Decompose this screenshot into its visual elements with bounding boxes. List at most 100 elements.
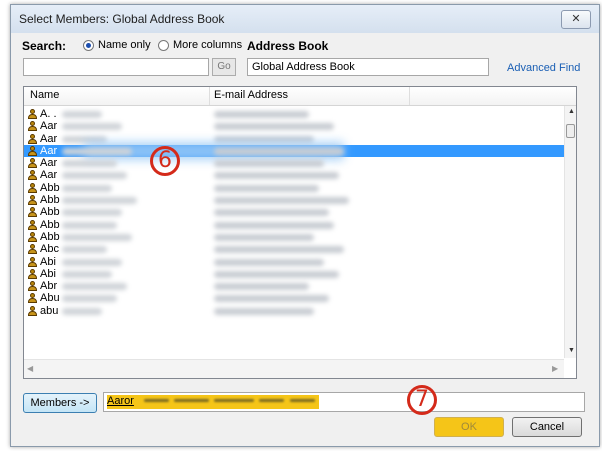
contact-name: Aar: [40, 144, 58, 157]
blurred-email: [214, 160, 324, 168]
list-item[interactable]: Abc: [24, 243, 564, 255]
title-bar: Select Members: Global Address Book ✕: [11, 5, 599, 33]
list-item[interactable]: Abb: [24, 206, 564, 218]
blurred-text: [290, 399, 315, 402]
members-highlight: [107, 395, 319, 409]
blurred-email: [214, 258, 324, 266]
blurred-name: [62, 283, 127, 291]
name-only-radio[interactable]: [83, 40, 94, 51]
blurred-name: [62, 160, 117, 168]
blurred-email: [214, 184, 319, 192]
name-only-label[interactable]: Name only: [98, 39, 151, 51]
close-icon[interactable]: ✕: [571, 13, 580, 25]
contact-name: A. .: [40, 108, 57, 120]
person-icon: [28, 293, 37, 304]
list-item[interactable]: Abb: [24, 182, 564, 194]
go-button[interactable]: Go: [212, 58, 236, 76]
person-icon: [28, 145, 37, 156]
list-item[interactable]: A. .: [24, 108, 564, 120]
scroll-thumb[interactable]: [566, 124, 575, 138]
blurred-name: [62, 221, 117, 229]
person-icon: [28, 231, 37, 242]
person-icon: [28, 219, 37, 230]
contact-name: Abi: [40, 267, 56, 280]
list-rows: A. . Aar Aar Aar Aar Aar Abb Abb Abb Abb Abb Abc Abi…: [24, 108, 564, 317]
more-columns-label[interactable]: More columns: [173, 39, 242, 51]
vertical-scrollbar[interactable]: ▲ ▼: [564, 106, 576, 358]
person-icon: [28, 182, 37, 193]
blurred-text: [174, 399, 209, 402]
blurred-email: [214, 123, 334, 131]
person-icon: [28, 256, 37, 267]
members-button[interactable]: Members ->: [23, 393, 97, 413]
list-item[interactable]: Aar: [24, 169, 564, 181]
contact-name: Aar: [40, 132, 58, 145]
contact-name: Abi: [40, 255, 56, 268]
blurred-name: [62, 147, 132, 155]
contact-name: Aar: [40, 157, 58, 170]
contact-name: Abu: [40, 292, 60, 305]
blurred-name: [62, 172, 127, 180]
person-icon: [28, 170, 37, 181]
blurred-text: [144, 399, 169, 402]
ok-button[interactable]: OK: [434, 417, 504, 437]
blurred-email: [214, 221, 334, 229]
column-header-email[interactable]: E-mail Address: [214, 89, 288, 101]
contact-name: Aar: [40, 169, 58, 182]
list-item[interactable]: Abr: [24, 280, 564, 292]
close-button[interactable]: ✕: [561, 10, 591, 29]
blurred-email: [214, 295, 329, 303]
list-item[interactable]: Aar: [24, 120, 564, 132]
contact-name: Aar: [40, 120, 58, 133]
blurred-name: [62, 209, 122, 217]
person-icon: [28, 281, 37, 292]
list-item[interactable]: Abb: [24, 194, 564, 206]
search-input[interactable]: [23, 58, 209, 76]
cancel-button[interactable]: Cancel: [512, 417, 582, 437]
list-item[interactable]: Abi: [24, 268, 564, 280]
address-book-select[interactable]: Global Address Book: [247, 58, 489, 76]
contact-name: Abc: [40, 243, 59, 256]
contact-name: abu: [40, 304, 59, 317]
contact-name: Abb: [40, 230, 60, 243]
list-item[interactable]: abu: [24, 305, 564, 317]
list-item[interactable]: Abi: [24, 256, 564, 268]
scroll-up-icon[interactable]: ▲: [568, 108, 575, 115]
blurred-email: [214, 209, 329, 217]
person-icon: [28, 268, 37, 279]
list-item[interactable]: Aar: [24, 141, 564, 160]
contact-name: Abb: [40, 194, 60, 207]
blurred-name: [62, 111, 102, 118]
more-columns-radio[interactable]: [158, 40, 169, 51]
person-icon: [28, 244, 37, 255]
blurred-email: [214, 111, 309, 118]
list-item[interactable]: Abu: [24, 292, 564, 304]
blurred-name: [62, 233, 132, 241]
blurred-name: [62, 307, 102, 315]
scroll-down-icon[interactable]: ▼: [568, 347, 575, 354]
person-icon: [28, 158, 37, 169]
blurred-email: [214, 233, 314, 241]
column-header-name[interactable]: Name: [30, 89, 59, 101]
list-item[interactable]: Aar: [24, 157, 564, 169]
blurred-name: [62, 258, 122, 266]
blurred-email: [214, 172, 339, 180]
members-field[interactable]: Aaror: [103, 392, 585, 412]
person-icon: [28, 305, 37, 316]
person-icon: [28, 207, 37, 218]
list-item[interactable]: Abb: [24, 231, 564, 243]
blurred-email: [214, 147, 344, 155]
blurred-name: [62, 123, 122, 131]
blurred-name: [62, 197, 137, 205]
scroll-left-icon[interactable]: ◀: [27, 364, 33, 373]
blurred-text: [214, 399, 254, 402]
contact-name: Abb: [40, 181, 60, 194]
advanced-find-link[interactable]: Advanced Find: [507, 62, 580, 74]
scroll-right-icon[interactable]: ▶: [552, 364, 558, 373]
blurred-name: [62, 246, 107, 254]
horizontal-scrollbar[interactable]: ◀ ▶: [24, 359, 564, 378]
address-book-label: Address Book: [247, 39, 329, 53]
list-item[interactable]: Abb: [24, 219, 564, 231]
members-value: Aaror: [107, 395, 134, 407]
address-list[interactable]: Name E-mail Address A. . Aar Aar Aar Aar Aar A…: [23, 86, 577, 379]
